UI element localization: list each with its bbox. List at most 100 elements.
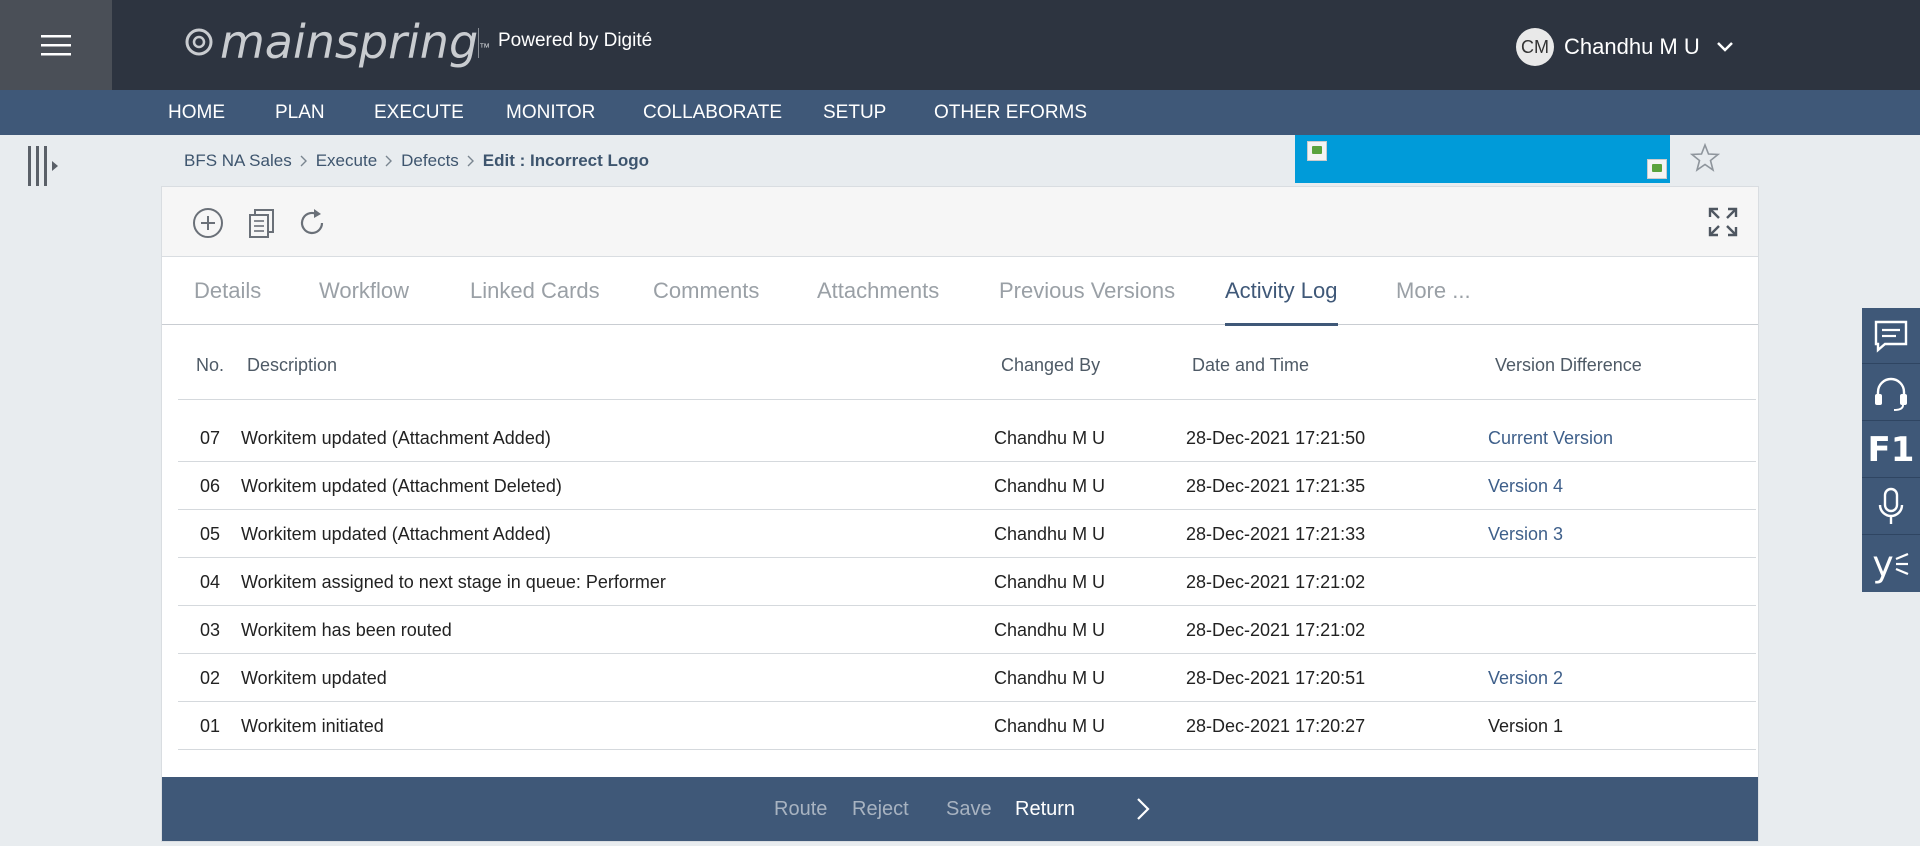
nav-monitor[interactable]: MONITOR [506, 90, 595, 135]
nav-setup[interactable]: SETUP [823, 90, 886, 135]
cell-description: Workitem updated (Attachment Added) [241, 428, 551, 448]
avatar: CM [1516, 28, 1554, 66]
tab-attachments[interactable]: Attachments [817, 257, 939, 325]
table-row: 05 Workitem updated (Attachment Added) C… [178, 510, 1756, 558]
chat-icon [1874, 320, 1908, 353]
cell-description: Workitem updated (Attachment Deleted) [241, 476, 562, 496]
main-nav: HOME PLAN EXECUTE MONITOR COLLABORATE SE… [0, 90, 1920, 135]
cell-version: Version 1 [1488, 716, 1564, 736]
promo-banner[interactable] [1295, 135, 1670, 183]
powered-by-text: Powered by Digité [498, 30, 653, 51]
user-menu[interactable]: CM Chandhu M U [1516, 28, 1734, 66]
yammer-icon [1895, 552, 1909, 576]
column-header-no: No. [196, 355, 225, 375]
logo-swirl-icon [185, 28, 213, 56]
cell-changed-by: Chandhu M U [994, 524, 1106, 544]
column-header-description: Description [247, 355, 338, 375]
logo-trademark: ™ [479, 42, 491, 54]
chevron-right-icon[interactable] [1134, 797, 1152, 821]
favorite-star-icon[interactable] [1690, 143, 1720, 173]
table-row: 02 Workitem updated Chandhu M U 28-Dec-2… [178, 654, 1756, 702]
cell-datetime: 28-Dec-2021 17:21:02 [1186, 620, 1366, 640]
cell-description: Workitem updated [241, 668, 387, 688]
cell-datetime: 28-Dec-2021 17:21:35 [1186, 476, 1366, 496]
tab-activity-log[interactable]: Activity Log [1225, 257, 1338, 326]
cell-changed-by: Chandhu M U [994, 428, 1106, 448]
right-help-rail: F1 y [1862, 308, 1920, 592]
breadcrumb-item[interactable]: Defects [401, 151, 459, 171]
chevron-right-icon [385, 155, 393, 167]
support-button[interactable] [1862, 365, 1920, 421]
nav-execute[interactable]: EXECUTE [374, 90, 464, 135]
tab-details[interactable]: Details [194, 257, 261, 325]
nav-home[interactable]: HOME [168, 90, 225, 135]
nav-other-eforms[interactable]: OTHER EFORMS [934, 90, 1087, 135]
tab-comments[interactable]: Comments [653, 257, 759, 325]
refresh-icon[interactable] [296, 207, 328, 239]
tab-workflow[interactable]: Workflow [319, 257, 409, 325]
broken-image-icon [1647, 159, 1667, 179]
tab-linked-cards[interactable]: Linked Cards [470, 257, 600, 325]
breadcrumb-current: Edit : Incorrect Logo [482, 151, 650, 170]
logo-divider [478, 28, 479, 58]
version-link[interactable]: Version 3 [1488, 510, 1563, 558]
version-link[interactable]: Version 4 [1488, 462, 1563, 510]
yammer-button[interactable]: y [1862, 536, 1920, 592]
cell-description: Workitem assigned to next stage in queue… [241, 572, 666, 592]
cell-changed-by: Chandhu M U [994, 668, 1106, 688]
workitem-panel: Details Workflow Linked Cards Comments A… [161, 186, 1759, 842]
save-button[interactable]: Save [946, 777, 992, 841]
logo-text: mainspring [220, 15, 479, 69]
help-f1-button[interactable]: F1 [1862, 422, 1920, 478]
sidebar-toggle-icon[interactable] [26, 144, 60, 188]
mainspring-logo[interactable]: mainspring ™ [184, 12, 490, 72]
copy-icon[interactable] [246, 207, 278, 239]
cell-datetime: 28-Dec-2021 17:20:51 [1186, 668, 1366, 688]
column-header-version-difference: Version Difference [1495, 355, 1642, 375]
chevron-down-icon[interactable] [1716, 41, 1734, 53]
nav-collaborate[interactable]: COLLABORATE [643, 90, 782, 135]
column-header-changed-by: Changed By [1001, 355, 1101, 375]
breadcrumb-item[interactable]: Execute [316, 151, 377, 171]
tab-previous-versions[interactable]: Previous Versions [999, 257, 1175, 325]
cell-no: 04 [200, 572, 221, 592]
tab-bar: Details Workflow Linked Cards Comments A… [162, 257, 1758, 326]
table-row: 01 Workitem initiated Chandhu M U 28-Dec… [178, 702, 1756, 750]
toolbar [162, 187, 1758, 257]
top-header: mainspring ™ Powered by Digité CM Chandhu… [0, 0, 1920, 90]
cell-changed-by: Chandhu M U [994, 572, 1106, 592]
tab-more[interactable]: More ... [1396, 257, 1471, 325]
reject-button[interactable]: Reject [852, 777, 909, 841]
table-row: 03 Workitem has been routed Chandhu M U … [178, 606, 1756, 654]
cell-no: 07 [200, 428, 221, 448]
headset-icon [1875, 377, 1907, 411]
cell-datetime: 28-Dec-2021 17:21:02 [1186, 572, 1366, 592]
cell-changed-by: Chandhu M U [994, 716, 1106, 736]
cell-no: 03 [200, 620, 221, 640]
breadcrumb-item[interactable]: BFS NA Sales [184, 151, 292, 171]
version-link[interactable]: Current Version [1488, 414, 1613, 462]
table-row: 04 Workitem assigned to next stage in qu… [178, 558, 1756, 606]
fullscreen-icon[interactable] [1708, 207, 1738, 237]
add-circle-icon[interactable] [192, 207, 224, 239]
cell-datetime: 28-Dec-2021 17:21:33 [1186, 524, 1366, 544]
voice-button[interactable] [1862, 479, 1920, 535]
cell-changed-by: Chandhu M U [994, 476, 1106, 496]
action-bar: Route Reject Save Return [162, 777, 1758, 841]
column-header-date-time: Date and Time [1192, 355, 1310, 375]
cell-changed-by: Chandhu M U [994, 620, 1106, 640]
broken-image-icon [1307, 141, 1327, 161]
chevron-right-icon [300, 155, 307, 167]
route-button[interactable]: Route [774, 777, 827, 841]
microphone-icon [1878, 487, 1904, 524]
version-link[interactable]: Version 2 [1488, 654, 1563, 702]
return-button[interactable]: Return [1015, 777, 1075, 841]
cell-no: 01 [200, 716, 221, 736]
cell-description: Workitem has been routed [241, 620, 452, 640]
cell-datetime: 28-Dec-2021 17:20:27 [1186, 716, 1366, 736]
nav-plan[interactable]: PLAN [275, 90, 325, 135]
cell-description: Workitem updated (Attachment Added) [241, 524, 551, 544]
table-row: 07 Workitem updated (Attachment Added) C… [178, 414, 1756, 462]
hamburger-menu-button[interactable] [0, 0, 112, 90]
chat-button[interactable] [1862, 308, 1920, 364]
